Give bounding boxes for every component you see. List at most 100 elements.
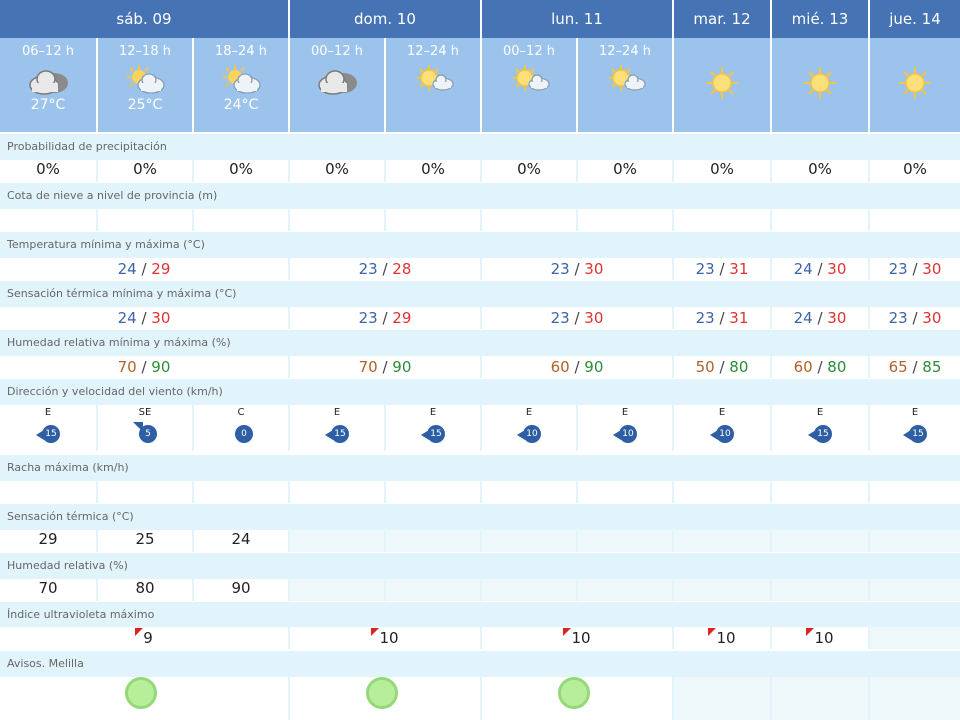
precip-cell: 0% <box>0 160 96 182</box>
snow-cell <box>674 209 770 231</box>
wind-arrow-icon: 5 <box>125 421 165 447</box>
temp-cell: 23 / 28 <box>290 258 480 280</box>
period-cell: 00–12 h <box>482 38 578 132</box>
sun-cloud-icon <box>513 65 550 91</box>
temp-cell: 24 / 29 <box>0 258 288 280</box>
period-cell: 12–18 h 25°C <box>98 38 194 132</box>
snow-cell <box>772 209 868 231</box>
day-header-thu[interactable]: jue. 14 <box>870 0 960 38</box>
wind-cell: E 15 <box>772 405 868 451</box>
precip-cell: 0% <box>772 160 868 182</box>
gust-cell <box>772 481 868 503</box>
warning-green-icon[interactable] <box>125 677 157 709</box>
day-header-mon[interactable]: lun. 11 <box>482 0 674 38</box>
wind-arrow-icon: 10 <box>702 421 742 447</box>
warning-cell <box>772 677 868 720</box>
period-time <box>772 44 868 60</box>
wind-cell: E 15 <box>290 405 384 451</box>
partly-cloudy-icon <box>223 65 261 94</box>
wind-direction: E <box>621 407 629 418</box>
wind-direction: E <box>816 407 824 418</box>
max-value: 30 <box>922 260 942 278</box>
day-header-sun[interactable]: dom. 10 <box>290 0 482 38</box>
min-value: 70 <box>358 358 378 376</box>
snow-cell <box>386 209 480 231</box>
st-cell <box>578 530 672 552</box>
uv-value: 10 <box>814 629 834 647</box>
sun-icon <box>899 67 931 99</box>
wind-direction: SE <box>138 407 152 418</box>
wind-arrow-icon: 10 <box>509 421 549 447</box>
feels-cell: 23 / 30 <box>482 307 672 329</box>
row-humidity: 70 / 90 70 / 90 60 / 90 50 / 80 60 / 80 … <box>0 356 960 378</box>
gust-cell <box>290 481 384 503</box>
wind-speed: 10 <box>716 425 734 443</box>
snow-cell <box>870 209 960 231</box>
st-cell: 29 <box>0 530 96 552</box>
day-header-tue[interactable]: mar. 12 <box>674 0 772 38</box>
row-label-warnings: Avisos. Melilla <box>0 651 960 677</box>
max-value: 31 <box>729 309 749 327</box>
min-value: 23 <box>695 260 715 278</box>
gust-cell <box>870 481 960 503</box>
precip-cell: 0% <box>194 160 288 182</box>
st-cell: 25 <box>98 530 192 552</box>
period-temp: 24°C <box>223 97 259 113</box>
warning-green-icon[interactable] <box>366 677 398 709</box>
wind-cell: SE 5 <box>98 405 192 451</box>
warning-cell <box>482 677 672 720</box>
period-time: 00–12 h <box>503 44 555 59</box>
period-cell: 12–24 h <box>578 38 674 132</box>
min-value: 23 <box>888 309 908 327</box>
precip-cell: 0% <box>578 160 672 182</box>
row-wind: E 15 SE 5 C 0 E 15 E 15 E 10 E 10 E 10 E… <box>0 405 960 451</box>
day-header-sat[interactable]: sáb. 09 <box>0 0 290 38</box>
min-value: 70 <box>117 358 137 376</box>
row-label-st: Sensación térmica (°C) <box>0 504 960 530</box>
period-temp: 27°C <box>30 97 66 113</box>
st-cell <box>386 530 480 552</box>
row-label-rh: Humedad relativa (%) <box>0 553 960 579</box>
row-label-uv: Índice ultravioleta máximo <box>0 602 960 628</box>
row-label-precip: Probabilidad de precipitación <box>0 134 960 160</box>
max-value: 90 <box>584 358 604 376</box>
rh-cell <box>290 579 384 601</box>
min-value: 65 <box>888 358 908 376</box>
day-header-wed[interactable]: mié. 13 <box>772 0 870 38</box>
uv-flag-icon <box>563 628 572 636</box>
wind-speed: 5 <box>139 425 157 443</box>
wind-cell: E 10 <box>482 405 576 451</box>
period-cell <box>674 38 772 132</box>
wind-direction: C <box>237 407 245 418</box>
precip-cell: 0% <box>870 160 960 182</box>
gust-cell <box>482 481 576 503</box>
min-value: 24 <box>793 309 813 327</box>
wind-direction: E <box>44 407 52 418</box>
gust-cell <box>386 481 480 503</box>
rh-cell <box>674 579 770 601</box>
wind-speed: 10 <box>619 425 637 443</box>
rh-cell <box>870 579 960 601</box>
temp-cell: 23 / 30 <box>482 258 672 280</box>
feels-cell: 24 / 30 <box>772 307 868 329</box>
wind-direction: E <box>333 407 341 418</box>
wind-arrow-icon: 15 <box>895 421 935 447</box>
max-value: 30 <box>151 309 171 327</box>
max-value: 29 <box>151 260 171 278</box>
row-label-snow: Cota de nieve a nivel de provincia (m) <box>0 183 960 209</box>
wind-speed: 10 <box>523 425 541 443</box>
temp-cell: 23 / 30 <box>870 258 960 280</box>
warning-green-icon[interactable] <box>558 677 590 709</box>
wind-calm-icon: 0 <box>221 421 261 447</box>
period-time: 18–24 h <box>215 44 267 59</box>
wind-speed: 15 <box>909 425 927 443</box>
uv-value: 10 <box>571 629 591 647</box>
min-value: 24 <box>117 309 137 327</box>
rh-cell: 80 <box>98 579 192 601</box>
snow-cell <box>290 209 384 231</box>
wind-arrow-icon: 15 <box>800 421 840 447</box>
min-value: 24 <box>793 260 813 278</box>
precip-cell: 0% <box>386 160 480 182</box>
snow-cell <box>98 209 192 231</box>
period-time: 00–12 h <box>311 44 363 59</box>
